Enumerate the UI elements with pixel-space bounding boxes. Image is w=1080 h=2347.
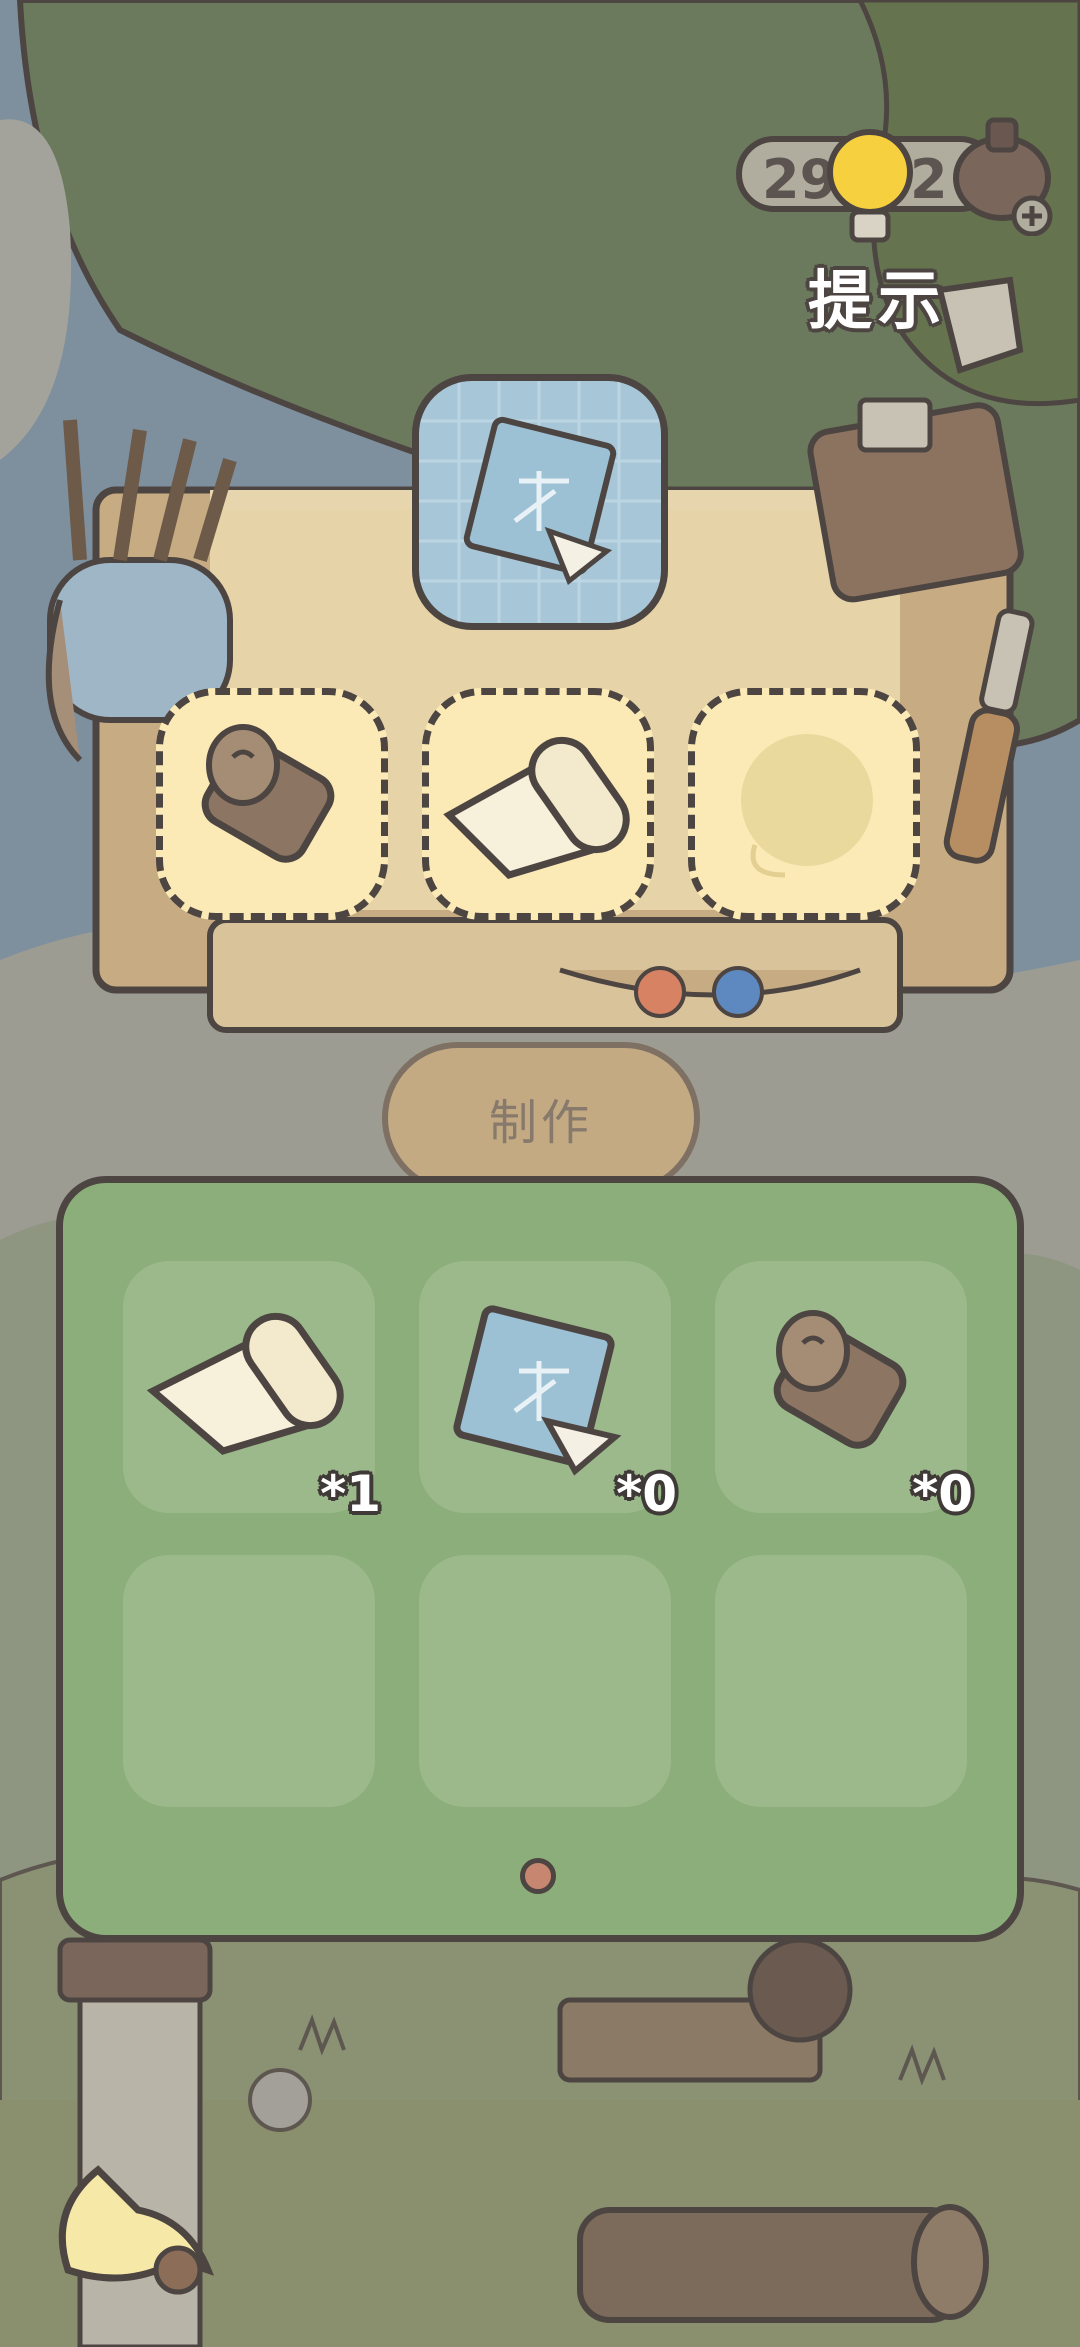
log-decoration: [577, 2204, 989, 2323]
inventory-cell-2[interactable]: *0: [419, 1261, 677, 1523]
inventory-cell-5[interactable]: [419, 1555, 671, 1807]
wood-log-icon: [201, 724, 335, 863]
acorn-icon: [953, 117, 1053, 237]
inventory-cell-3[interactable]: *0: [715, 1261, 973, 1523]
thread-ball-icon: [741, 734, 873, 878]
target-item-frame: [412, 374, 668, 630]
blueprint-scroll-icon: [419, 381, 661, 623]
hint-label[interactable]: 提示: [808, 250, 948, 342]
back-arrow-icon: [58, 2165, 215, 2295]
page-indicator-dot[interactable]: [520, 1858, 556, 1894]
item-count: *0: [912, 1465, 973, 1523]
add-hint-button[interactable]: [940, 116, 1060, 237]
ingredient-slot-1[interactable]: [156, 688, 388, 920]
lightbulb-icon: [827, 129, 913, 243]
bucket-decoration: [936, 276, 1024, 374]
paper-roll-icon: [443, 736, 630, 879]
craft-button-label: 制作: [488, 1095, 593, 1151]
ingredient-slot-3-empty[interactable]: [688, 688, 920, 920]
item-count: *0: [616, 1465, 677, 1523]
inventory-cell-6[interactable]: [715, 1555, 967, 1807]
item-count: *1: [320, 1465, 381, 1523]
ingredient-slot-2[interactable]: [422, 688, 654, 920]
inventory-cell-1[interactable]: *1: [123, 1261, 381, 1523]
inventory-cell-4[interactable]: [123, 1555, 375, 1807]
inventory-panel: *1 *0 *0: [56, 1176, 1024, 1942]
craft-button[interactable]: 制作: [382, 1042, 700, 1194]
back-button[interactable]: [38, 2150, 218, 2300]
